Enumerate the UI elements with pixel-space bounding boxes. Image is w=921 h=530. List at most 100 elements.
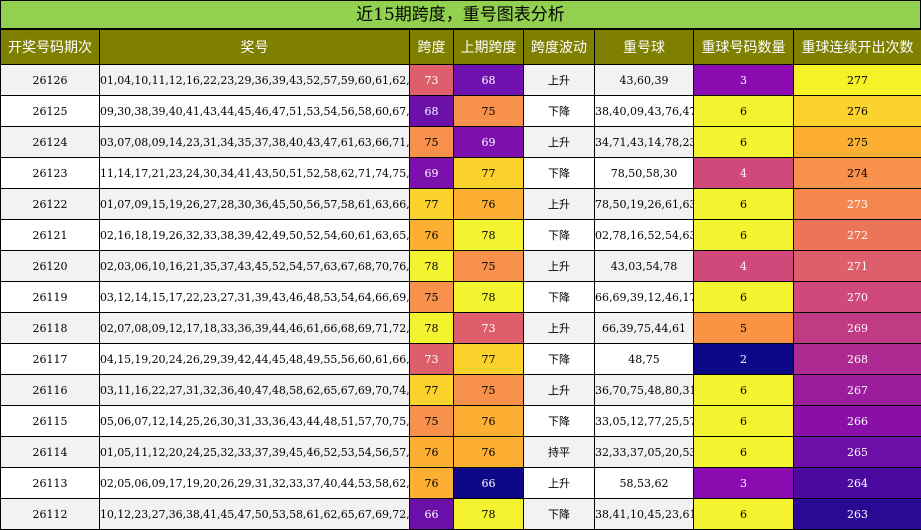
cell-consecutive: 276 (794, 96, 921, 127)
cell-period: 26112 (1, 499, 100, 530)
cell-prev-span: 78 (454, 499, 524, 530)
cell-numbers: 03,07,08,09,14,23,31,34,35,37,38,40,43,4… (100, 127, 410, 158)
cell-repeat-balls: 43,60,39 (595, 65, 694, 96)
table-row[interactable]: 2612102,16,18,19,26,32,33,38,39,42,49,50… (1, 220, 921, 251)
cell-period: 26116 (1, 375, 100, 406)
cell-repeat-balls: 32,33,37,05,20,53 (595, 437, 694, 468)
cell-consecutive: 272 (794, 220, 921, 251)
cell-trend: 上升 (524, 375, 595, 406)
cell-repeat-count: 5 (694, 313, 794, 344)
cell-repeat-balls: 78,50,19,26,61,63 (595, 189, 694, 220)
cell-consecutive: 264 (794, 468, 921, 499)
cell-trend: 下降 (524, 406, 595, 437)
cell-span: 75 (410, 282, 454, 313)
cell-repeat-balls: 58,53,62 (595, 468, 694, 499)
cell-prev-span: 78 (454, 282, 524, 313)
cell-trend: 下降 (524, 344, 595, 375)
header-consecutive[interactable]: 重球连续开出次数 (794, 30, 921, 65)
header-span[interactable]: 跨度 (410, 30, 454, 65)
cell-repeat-balls: 33,05,12,77,25,57 (595, 406, 694, 437)
cell-repeat-count: 6 (694, 189, 794, 220)
cell-numbers: 02,16,18,19,26,32,33,38,39,42,49,50,52,5… (100, 220, 410, 251)
cell-repeat-count: 6 (694, 499, 794, 530)
cell-trend: 下降 (524, 96, 595, 127)
cell-prev-span: 76 (454, 406, 524, 437)
cell-prev-span: 76 (454, 189, 524, 220)
cell-consecutive: 274 (794, 158, 921, 189)
cell-trend: 下降 (524, 158, 595, 189)
table-row[interactable]: 2612311,14,17,21,23,24,30,34,41,43,50,51… (1, 158, 921, 189)
cell-trend: 持平 (524, 437, 595, 468)
cell-prev-span: 77 (454, 158, 524, 189)
cell-period: 26117 (1, 344, 100, 375)
table-row[interactable]: 2611903,12,14,15,17,22,23,27,31,39,43,46… (1, 282, 921, 313)
cell-consecutive: 270 (794, 282, 921, 313)
cell-repeat-count: 6 (694, 375, 794, 406)
cell-period: 26118 (1, 313, 100, 344)
cell-numbers: 02,03,06,10,16,21,35,37,43,45,52,54,57,6… (100, 251, 410, 282)
table-row[interactable]: 2611505,06,07,12,14,25,26,30,31,33,36,43… (1, 406, 921, 437)
cell-repeat-count: 3 (694, 65, 794, 96)
cell-span: 68 (410, 96, 454, 127)
cell-trend: 上升 (524, 251, 595, 282)
cell-span: 77 (410, 375, 454, 406)
cell-span: 78 (410, 313, 454, 344)
cell-span: 78 (410, 251, 454, 282)
cell-numbers: 11,14,17,21,23,24,30,34,41,43,50,51,52,5… (100, 158, 410, 189)
cell-repeat-balls: 38,41,10,45,23,61 (595, 499, 694, 530)
header-period[interactable]: 开奖号码期次 (1, 30, 100, 65)
cell-numbers: 02,05,06,09,17,19,20,26,29,31,32,33,37,4… (100, 468, 410, 499)
cell-consecutive: 266 (794, 406, 921, 437)
cell-repeat-balls: 02,78,16,52,54,63 (595, 220, 694, 251)
cell-numbers: 01,05,11,12,20,24,25,32,33,37,39,45,46,5… (100, 437, 410, 468)
table-row[interactable]: 2611603,11,16,22,27,31,32,36,40,47,48,58… (1, 375, 921, 406)
cell-repeat-count: 3 (694, 468, 794, 499)
table-row[interactable]: 2611302,05,06,09,17,19,20,26,29,31,32,33… (1, 468, 921, 499)
cell-repeat-count: 4 (694, 251, 794, 282)
table-row[interactable]: 2612201,07,09,15,19,26,27,28,30,36,45,50… (1, 189, 921, 220)
cell-prev-span: 76 (454, 437, 524, 468)
cell-consecutive: 263 (794, 499, 921, 530)
cell-span: 66 (410, 499, 454, 530)
cell-consecutive: 275 (794, 127, 921, 158)
analysis-sheet: 近15期跨度，重号图表分析 开奖号码期次 奖号 跨度 上期跨度 跨度波动 重号球… (0, 0, 921, 529)
cell-consecutive: 267 (794, 375, 921, 406)
cell-period: 26121 (1, 220, 100, 251)
cell-prev-span: 75 (454, 251, 524, 282)
table-body: 2612601,04,10,11,12,16,22,23,29,36,39,43… (1, 65, 921, 530)
cell-consecutive: 273 (794, 189, 921, 220)
cell-trend: 下降 (524, 220, 595, 251)
cell-trend: 上升 (524, 65, 595, 96)
cell-span: 76 (410, 468, 454, 499)
header-trend[interactable]: 跨度波动 (524, 30, 595, 65)
cell-consecutive: 265 (794, 437, 921, 468)
cell-repeat-balls: 34,71,43,14,78,23 (595, 127, 694, 158)
cell-prev-span: 77 (454, 344, 524, 375)
cell-numbers: 09,30,38,39,40,41,43,44,45,46,47,51,53,5… (100, 96, 410, 127)
cell-consecutive: 271 (794, 251, 921, 282)
cell-repeat-count: 6 (694, 96, 794, 127)
header-numbers[interactable]: 奖号 (100, 30, 410, 65)
table-row[interactable]: 2612509,30,38,39,40,41,43,44,45,46,47,51… (1, 96, 921, 127)
table-row[interactable]: 2612002,03,06,10,16,21,35,37,43,45,52,54… (1, 251, 921, 282)
cell-prev-span: 75 (454, 96, 524, 127)
cell-period: 26122 (1, 189, 100, 220)
cell-period: 26124 (1, 127, 100, 158)
table-row[interactable]: 2611401,05,11,12,20,24,25,32,33,37,39,45… (1, 437, 921, 468)
cell-consecutive: 277 (794, 65, 921, 96)
cell-span: 76 (410, 437, 454, 468)
table-row[interactable]: 2612601,04,10,11,12,16,22,23,29,36,39,43… (1, 65, 921, 96)
cell-numbers: 01,07,09,15,19,26,27,28,30,36,45,50,56,5… (100, 189, 410, 220)
cell-prev-span: 78 (454, 220, 524, 251)
cell-period: 26125 (1, 96, 100, 127)
table-row[interactable]: 2611704,15,19,20,24,26,29,39,42,44,45,48… (1, 344, 921, 375)
cell-repeat-count: 2 (694, 344, 794, 375)
cell-repeat-count: 6 (694, 282, 794, 313)
cell-period: 26123 (1, 158, 100, 189)
table-row[interactable]: 2611802,07,08,09,12,17,18,33,36,39,44,46… (1, 313, 921, 344)
header-repeat-balls[interactable]: 重号球 (595, 30, 694, 65)
header-repeat-count[interactable]: 重球号码数量 (694, 30, 794, 65)
header-prev-span[interactable]: 上期跨度 (454, 30, 524, 65)
table-row[interactable]: 2611210,12,23,27,36,38,41,45,47,50,53,58… (1, 499, 921, 530)
table-row[interactable]: 2612403,07,08,09,14,23,31,34,35,37,38,40… (1, 127, 921, 158)
